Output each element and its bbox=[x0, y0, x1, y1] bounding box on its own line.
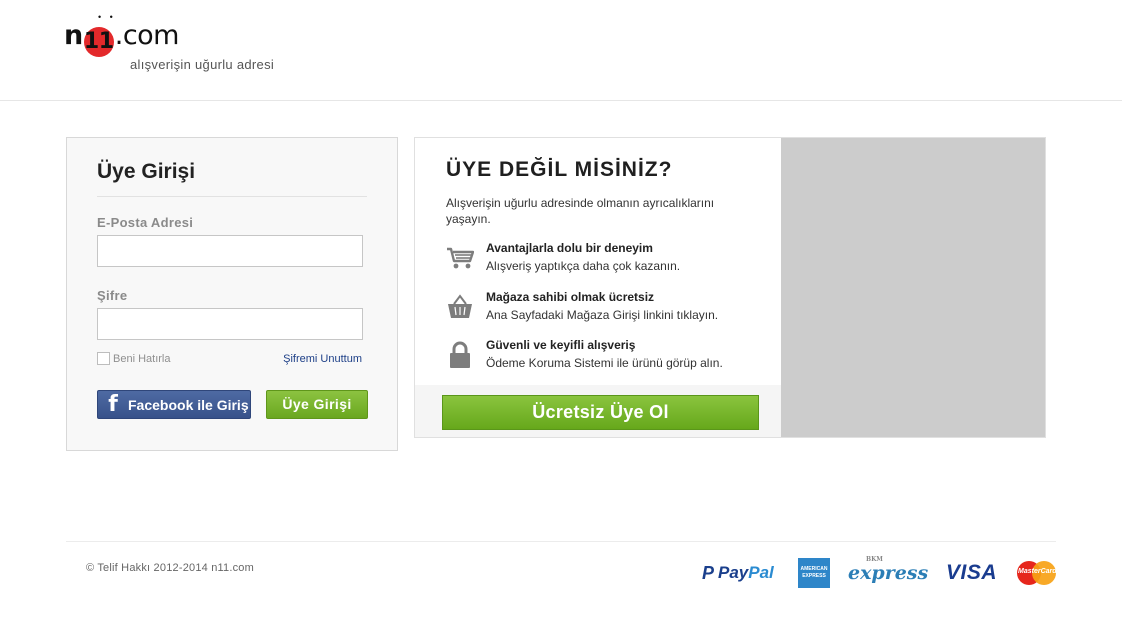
benefit-text: Ödeme Koruma Sistemi ile ürünü görüp alı… bbox=[486, 356, 723, 370]
logo-ladybug: 11 bbox=[83, 27, 114, 57]
free-signup-button[interactable]: Ücretsiz Üye Ol bbox=[442, 395, 759, 430]
facebook-icon: f bbox=[108, 392, 118, 417]
benefit-item: Avantajlarla dolu bir deneyim Alışveriş … bbox=[446, 241, 766, 277]
forgot-password-link[interactable]: Şifremi Unuttum bbox=[283, 353, 362, 365]
basket-icon bbox=[446, 293, 474, 321]
visa-logo: VISA bbox=[946, 561, 998, 584]
login-title: Üye Girişi bbox=[97, 160, 196, 183]
register-panel: ÜYE DEĞİL MİSİNİZ? Alışverişin uğurlu ad… bbox=[414, 137, 1046, 438]
payment-logos: P Pay Pal AMERICAN EXPRESS BKM express VIS… bbox=[700, 556, 1058, 590]
header: • • n11.com alışverişin uğurlu adresi bbox=[0, 0, 1122, 101]
lock-icon bbox=[446, 341, 474, 369]
benefit-item: Güvenli ve keyifli alışveriş Ödeme Korum… bbox=[446, 338, 766, 374]
password-field[interactable] bbox=[97, 308, 363, 340]
login-panel: Üye Girişi E-Posta Adresi Şifre Beni Hat… bbox=[66, 137, 398, 451]
benefit-text: Alışveriş yaptıkça daha çok kazanın. bbox=[486, 259, 681, 273]
footer-divider bbox=[66, 541, 1056, 542]
remember-me[interactable]: Beni Hatırla bbox=[97, 352, 170, 365]
promo-banner-placeholder bbox=[781, 138, 1045, 437]
copyright-text: © Telif Hakkı 2012-2014 n11.com bbox=[86, 562, 254, 574]
amex-icon: AMERICAN EXPRESS bbox=[798, 558, 830, 588]
register-info: ÜYE DEĞİL MİSİNİZ? Alışverişin uğurlu ad… bbox=[415, 138, 781, 437]
benefit-title: Mağaza sahibi olmak ücretsiz bbox=[486, 290, 655, 304]
divider bbox=[97, 196, 367, 197]
benefit-text: Ana Sayfadaki Mağaza Girişi linkini tıkl… bbox=[486, 308, 719, 322]
email-field[interactable] bbox=[97, 235, 363, 267]
remember-checkbox[interactable] bbox=[97, 352, 110, 365]
password-label: Şifre bbox=[97, 288, 128, 303]
logo-tagline: alışverişin uğurlu adresi bbox=[130, 57, 275, 72]
logo-wordmark: n11.com bbox=[64, 20, 179, 57]
n11-logo[interactable]: • • n11.com alışverişin uğurlu adresi bbox=[64, 12, 284, 74]
register-description: Alışverişin uğurlu adresinde olmanın ayr… bbox=[446, 196, 715, 226]
login-button[interactable]: Üye Girişi bbox=[266, 390, 368, 419]
remember-label: Beni Hatırla bbox=[113, 352, 171, 365]
benefit-item: Mağaza sahibi olmak ücretsiz Ana Sayfada… bbox=[446, 290, 766, 326]
bkm-express-logo: BKM express bbox=[848, 556, 929, 584]
facebook-login-button[interactable]: f Facebook ile Giriş bbox=[97, 390, 251, 419]
cart-icon bbox=[446, 244, 475, 272]
benefit-title: Güvenli ve keyifli alışveriş bbox=[486, 338, 636, 352]
email-label: E-Posta Adresi bbox=[97, 215, 194, 230]
benefit-title: Avantajlarla dolu bir deneyim bbox=[486, 241, 653, 255]
paypal-logo: P Pay Pal bbox=[702, 562, 774, 583]
amex-logo: AMERICAN EXPRESS bbox=[798, 556, 830, 590]
facebook-login-label: Facebook ile Giriş bbox=[128, 396, 249, 413]
mastercard-logo: MasterCard bbox=[1017, 556, 1057, 590]
register-title: ÜYE DEĞİL MİSİNİZ? bbox=[446, 158, 673, 181]
register-button-area: Ücretsiz Üye Ol bbox=[415, 385, 781, 437]
paypal-icon: P bbox=[702, 562, 715, 583]
